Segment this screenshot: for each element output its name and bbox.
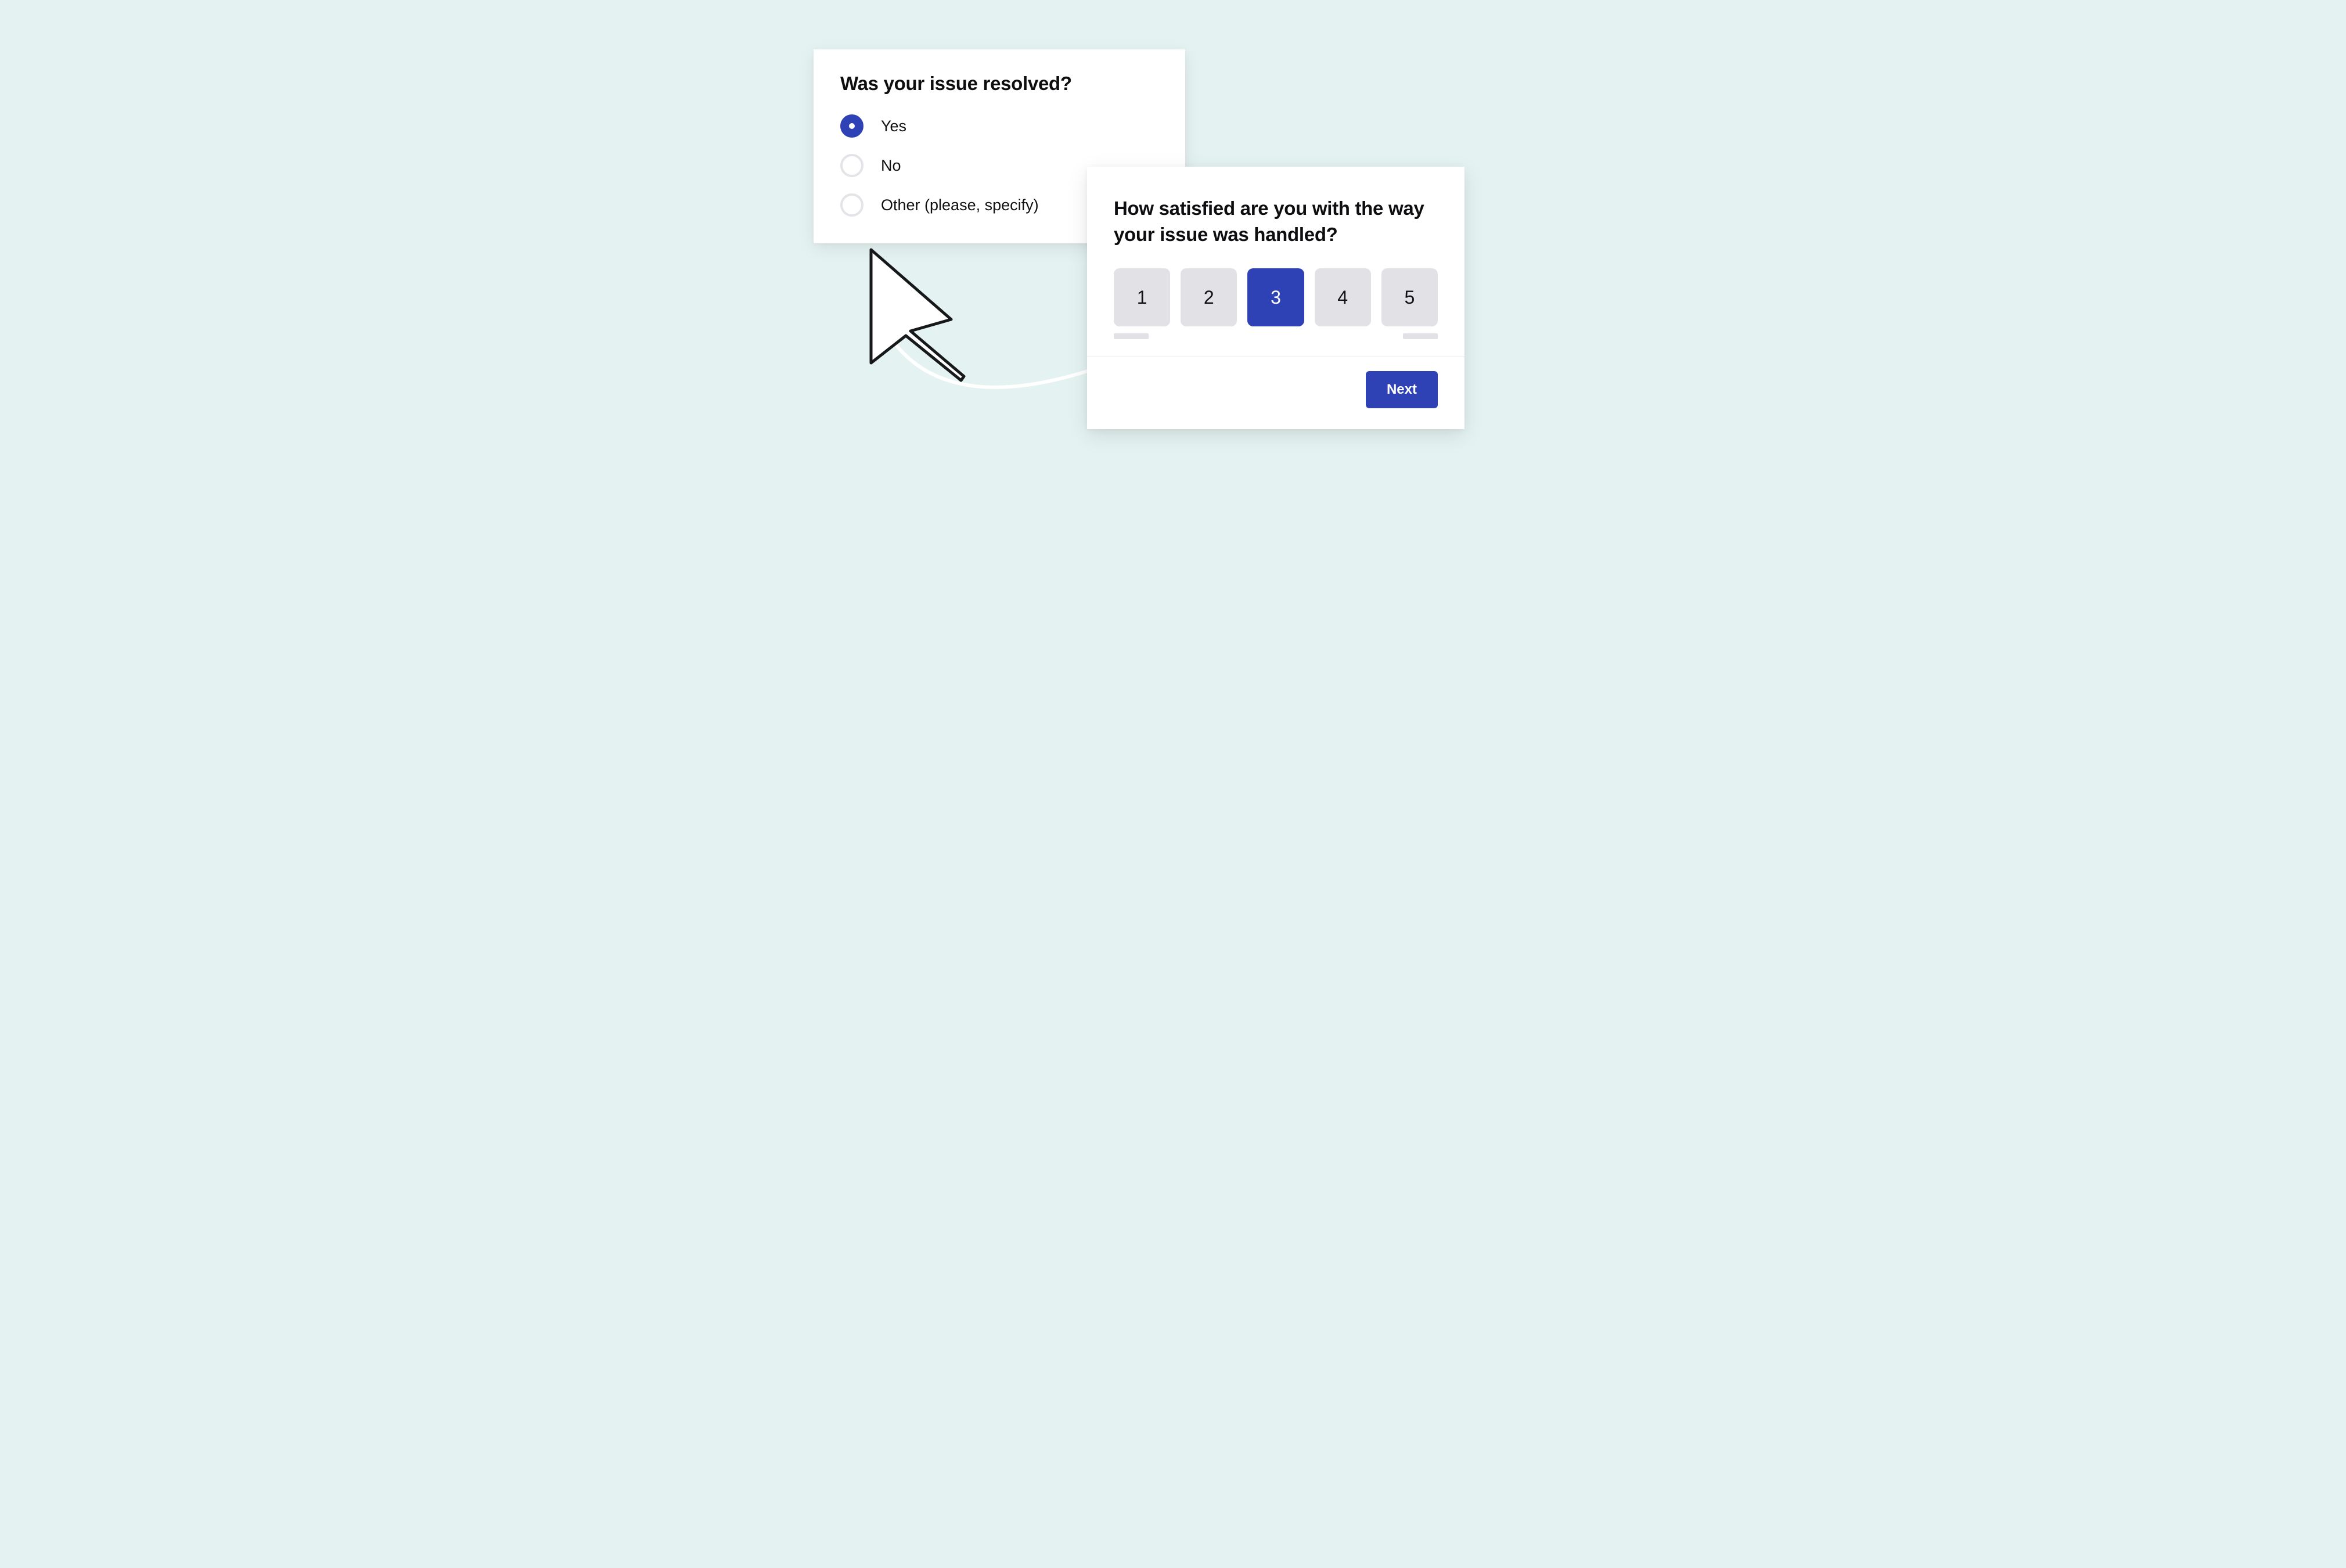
rating-button-3[interactable]: 3 xyxy=(1247,268,1304,326)
stage: Was your issue resolved? Yes No Other (p… xyxy=(749,0,1597,567)
satisfaction-question-title: How satisfied are you with the way your … xyxy=(1114,196,1438,247)
scale-anchor-row xyxy=(1114,333,1438,339)
radio-label: Other (please, specify) xyxy=(881,196,1039,214)
cursor-arrow-icon xyxy=(848,244,976,395)
radio-option-yes[interactable]: Yes xyxy=(840,114,1158,138)
radio-indicator xyxy=(840,114,863,138)
satisfaction-question-card: How satisfied are you with the way your … xyxy=(1087,167,1465,429)
radio-indicator xyxy=(840,193,863,217)
radio-indicator xyxy=(840,154,863,177)
radio-label: No xyxy=(881,157,901,175)
rating-button-4[interactable]: 4 xyxy=(1315,268,1371,326)
card-footer: Next xyxy=(1114,371,1438,408)
radio-label: Yes xyxy=(881,117,906,135)
rating-button-5[interactable]: 5 xyxy=(1381,268,1438,326)
rating-button-2[interactable]: 2 xyxy=(1181,268,1237,326)
resolved-question-title: Was your issue resolved? xyxy=(840,73,1158,95)
connector-curve-icon xyxy=(883,325,1115,441)
rating-scale: 1 2 3 4 5 xyxy=(1114,268,1438,326)
next-button[interactable]: Next xyxy=(1366,371,1438,408)
radio-dot-icon xyxy=(849,123,855,129)
scale-anchor-low xyxy=(1114,333,1149,339)
scale-anchor-high xyxy=(1403,333,1438,339)
rating-button-1[interactable]: 1 xyxy=(1114,268,1170,326)
